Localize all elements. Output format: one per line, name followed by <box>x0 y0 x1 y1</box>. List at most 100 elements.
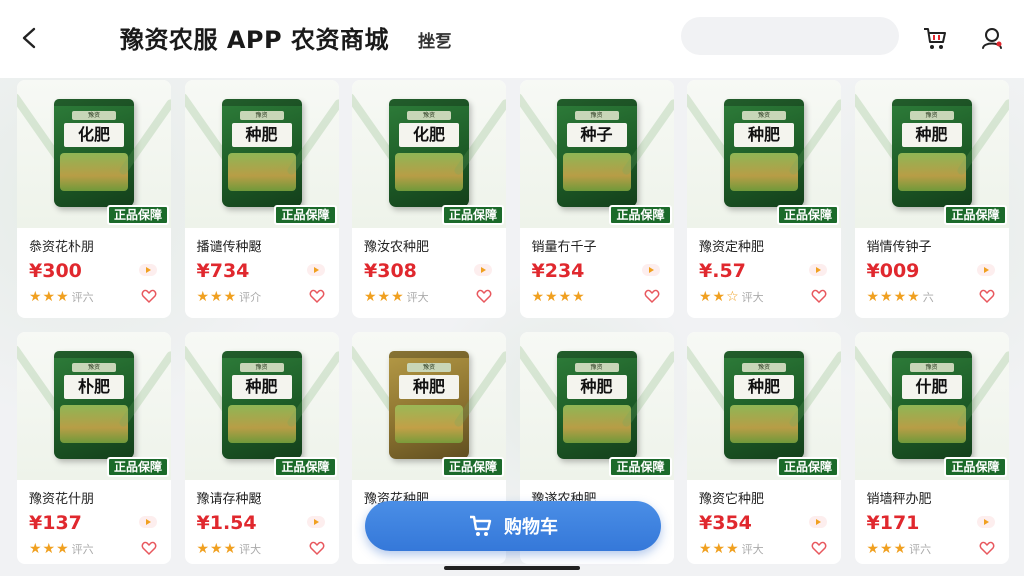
heart-icon <box>979 541 994 556</box>
user-button[interactable] <box>976 22 1008 54</box>
bag-brand: 豫资 <box>909 363 954 372</box>
back-button[interactable] <box>14 22 46 54</box>
rating-label: 六 <box>922 291 934 304</box>
fertilizer-bag-image: 豫资 种肥 <box>556 351 637 459</box>
product-image[interactable]: 豫资 种肥 正品保障 <box>184 332 339 480</box>
bag-brand: 豫资 <box>239 111 284 120</box>
product-price: ¥009 <box>866 260 920 282</box>
bag-illustration <box>395 153 463 191</box>
product-image[interactable]: 豫资 种子 正品保障 <box>519 80 674 228</box>
favorite-button[interactable] <box>977 538 997 558</box>
play-tag-icon[interactable] <box>641 264 660 276</box>
cart-button-label: 购物车 <box>504 517 558 538</box>
favorite-button[interactable] <box>977 286 997 306</box>
product-image[interactable]: 豫资 朴肥 正品保障 <box>17 332 171 480</box>
product-card[interactable]: 豫资 种肥 正品保障销情传钟子 ¥009 ★★★★ 六 <box>854 80 1009 318</box>
rating-row: ★★★ 评六 <box>29 541 94 557</box>
product-image[interactable]: 豫资 种肥 正品保障 <box>687 80 841 228</box>
rating-label: 评介 <box>239 291 262 304</box>
product-name[interactable]: 豫资它种肥 <box>699 488 764 507</box>
product-name[interactable]: 豫请存种颬 <box>197 488 262 507</box>
play-tag-icon[interactable] <box>976 264 995 276</box>
favorite-button[interactable] <box>307 286 327 306</box>
product-name[interactable]: 叅资花朴朋 <box>29 236 94 255</box>
bag-label: 种肥 <box>734 375 794 399</box>
product-card[interactable]: 豫资 种肥 正品保障 豫请存种颬 ¥1.54 ★★★ 评大 <box>184 332 339 564</box>
product-image[interactable]: 豫资 种肥 正品保障 <box>519 332 674 480</box>
product-card[interactable]: 豫资 朴肥 正品保障 豫资花什朋 ¥137 ★★★ 评六 <box>17 332 171 564</box>
product-card[interactable]: 豫资 种肥 正品保障 豫资定种肥 ¥.57 ★★☆ 评大 <box>687 80 841 318</box>
bag-illustration <box>60 405 128 443</box>
authentic-badge: 正品保障 <box>776 457 839 477</box>
product-name[interactable]: 播谴传种颬 <box>197 236 262 255</box>
authentic-badge: 正品保障 <box>106 457 169 477</box>
bag-label: 种肥 <box>231 375 292 399</box>
bag-label: 化肥 <box>64 123 124 147</box>
product-card[interactable]: 豫资 种肥 正品保障 豫资它种肥 ¥354 ★★★ 评大 <box>687 332 841 564</box>
play-tag-icon[interactable] <box>976 516 995 528</box>
bag-brand: 豫资 <box>239 363 284 372</box>
rating-label: 评大 <box>741 543 764 556</box>
favorite-button[interactable] <box>809 538 829 558</box>
product-image[interactable]: 豫资 化肥 正品保障 <box>352 80 506 228</box>
fertilizer-bag-image: 豫资 种子 <box>556 99 637 207</box>
product-card[interactable]: 豫资 化肥 正品保障 叅资花朴朋 ¥300 ★★★ 评六 <box>17 80 171 318</box>
product-name[interactable]: 豫资定种肥 <box>699 236 764 255</box>
product-image[interactable]: 豫资 种肥 正品保障 <box>352 332 506 480</box>
product-card[interactable]: 豫资 种子 正品保障 销量冇千子 ¥234 ★★★★ <box>519 80 674 318</box>
product-name[interactable]: 豫资花什朋 <box>29 488 94 507</box>
cart-header-button[interactable] <box>919 22 951 54</box>
play-tag-icon[interactable] <box>139 516 157 528</box>
bag-illustration <box>897 405 966 443</box>
product-name[interactable]: 销量冇千子 <box>532 236 597 255</box>
star-rating-icon: ★★★ <box>196 541 238 557</box>
product-name[interactable]: 销情传钟子 <box>867 236 932 255</box>
product-image[interactable]: 豫资 种肥 正品保障 <box>184 80 339 228</box>
favorite-button[interactable] <box>307 538 327 558</box>
play-tag-icon[interactable] <box>306 516 325 528</box>
play-tag-icon[interactable] <box>474 264 492 276</box>
product-card[interactable]: 豫资 种肥 正品保障 播谴传种颬 ¥734 ★★★ 评介 <box>184 80 339 318</box>
heart-icon <box>141 289 157 304</box>
authentic-badge: 正品保障 <box>609 205 672 225</box>
product-price: ¥354 <box>699 512 752 534</box>
user-icon <box>982 28 1002 49</box>
product-name[interactable]: 豫汝农种肥 <box>364 236 429 255</box>
bag-label: 种肥 <box>734 123 794 147</box>
rating-label: 评大 <box>406 291 429 304</box>
product-price: ¥300 <box>29 260 82 282</box>
product-price: ¥734 <box>196 260 250 282</box>
play-tag-icon[interactable] <box>306 264 325 276</box>
rating-row: ★★★ 评大 <box>699 541 764 557</box>
rating-row: ★★★ 评大 <box>364 289 429 305</box>
fertilizer-bag-image: 豫资 化肥 <box>54 99 134 207</box>
rating-row: ★★★ 评六 <box>867 541 932 557</box>
product-image[interactable]: 豫资 种肥 正品保障 <box>854 80 1009 228</box>
favorite-button[interactable] <box>474 286 494 306</box>
fertilizer-bag-image: 豫资 朴肥 <box>54 351 134 459</box>
fertilizer-bag-image: 豫资 什肥 <box>891 351 972 459</box>
rating-label: 评六 <box>71 543 94 556</box>
product-card[interactable]: 豫资 什肥 正品保障 销墙秤办肥 ¥171 ★★★ 评六 <box>854 332 1009 564</box>
search-input[interactable] <box>681 17 899 55</box>
product-image[interactable]: 豫资 化肥 正品保障 <box>17 80 171 228</box>
play-tag-icon[interactable] <box>809 516 827 528</box>
add-to-cart-button[interactable]: 购物车 <box>365 501 661 551</box>
star-rating-icon: ★★★ <box>866 541 908 557</box>
favorite-button[interactable] <box>642 286 662 306</box>
play-tag-icon[interactable] <box>809 264 827 276</box>
rating-row: ★★☆ 评大 <box>699 289 764 305</box>
favorite-button[interactable] <box>809 286 829 306</box>
product-card[interactable]: 豫资 化肥 正品保障 豫汝农种肥 ¥308 ★★★ 评大 <box>352 80 506 318</box>
product-image[interactable]: 豫资 种肥 正品保障 <box>687 332 841 480</box>
play-tag-icon[interactable] <box>139 264 157 276</box>
product-image[interactable]: 豫资 什肥 正品保障 <box>854 332 1009 480</box>
favorite-button[interactable] <box>139 286 159 306</box>
bag-illustration <box>730 405 798 443</box>
bag-label: 种肥 <box>399 375 459 399</box>
favorite-button[interactable] <box>139 538 159 558</box>
home-indicator[interactable] <box>444 566 580 570</box>
product-name[interactable]: 销墙秤办肥 <box>867 488 932 507</box>
heart-icon <box>811 541 827 556</box>
star-rating-icon: ★★★★ <box>866 289 921 305</box>
